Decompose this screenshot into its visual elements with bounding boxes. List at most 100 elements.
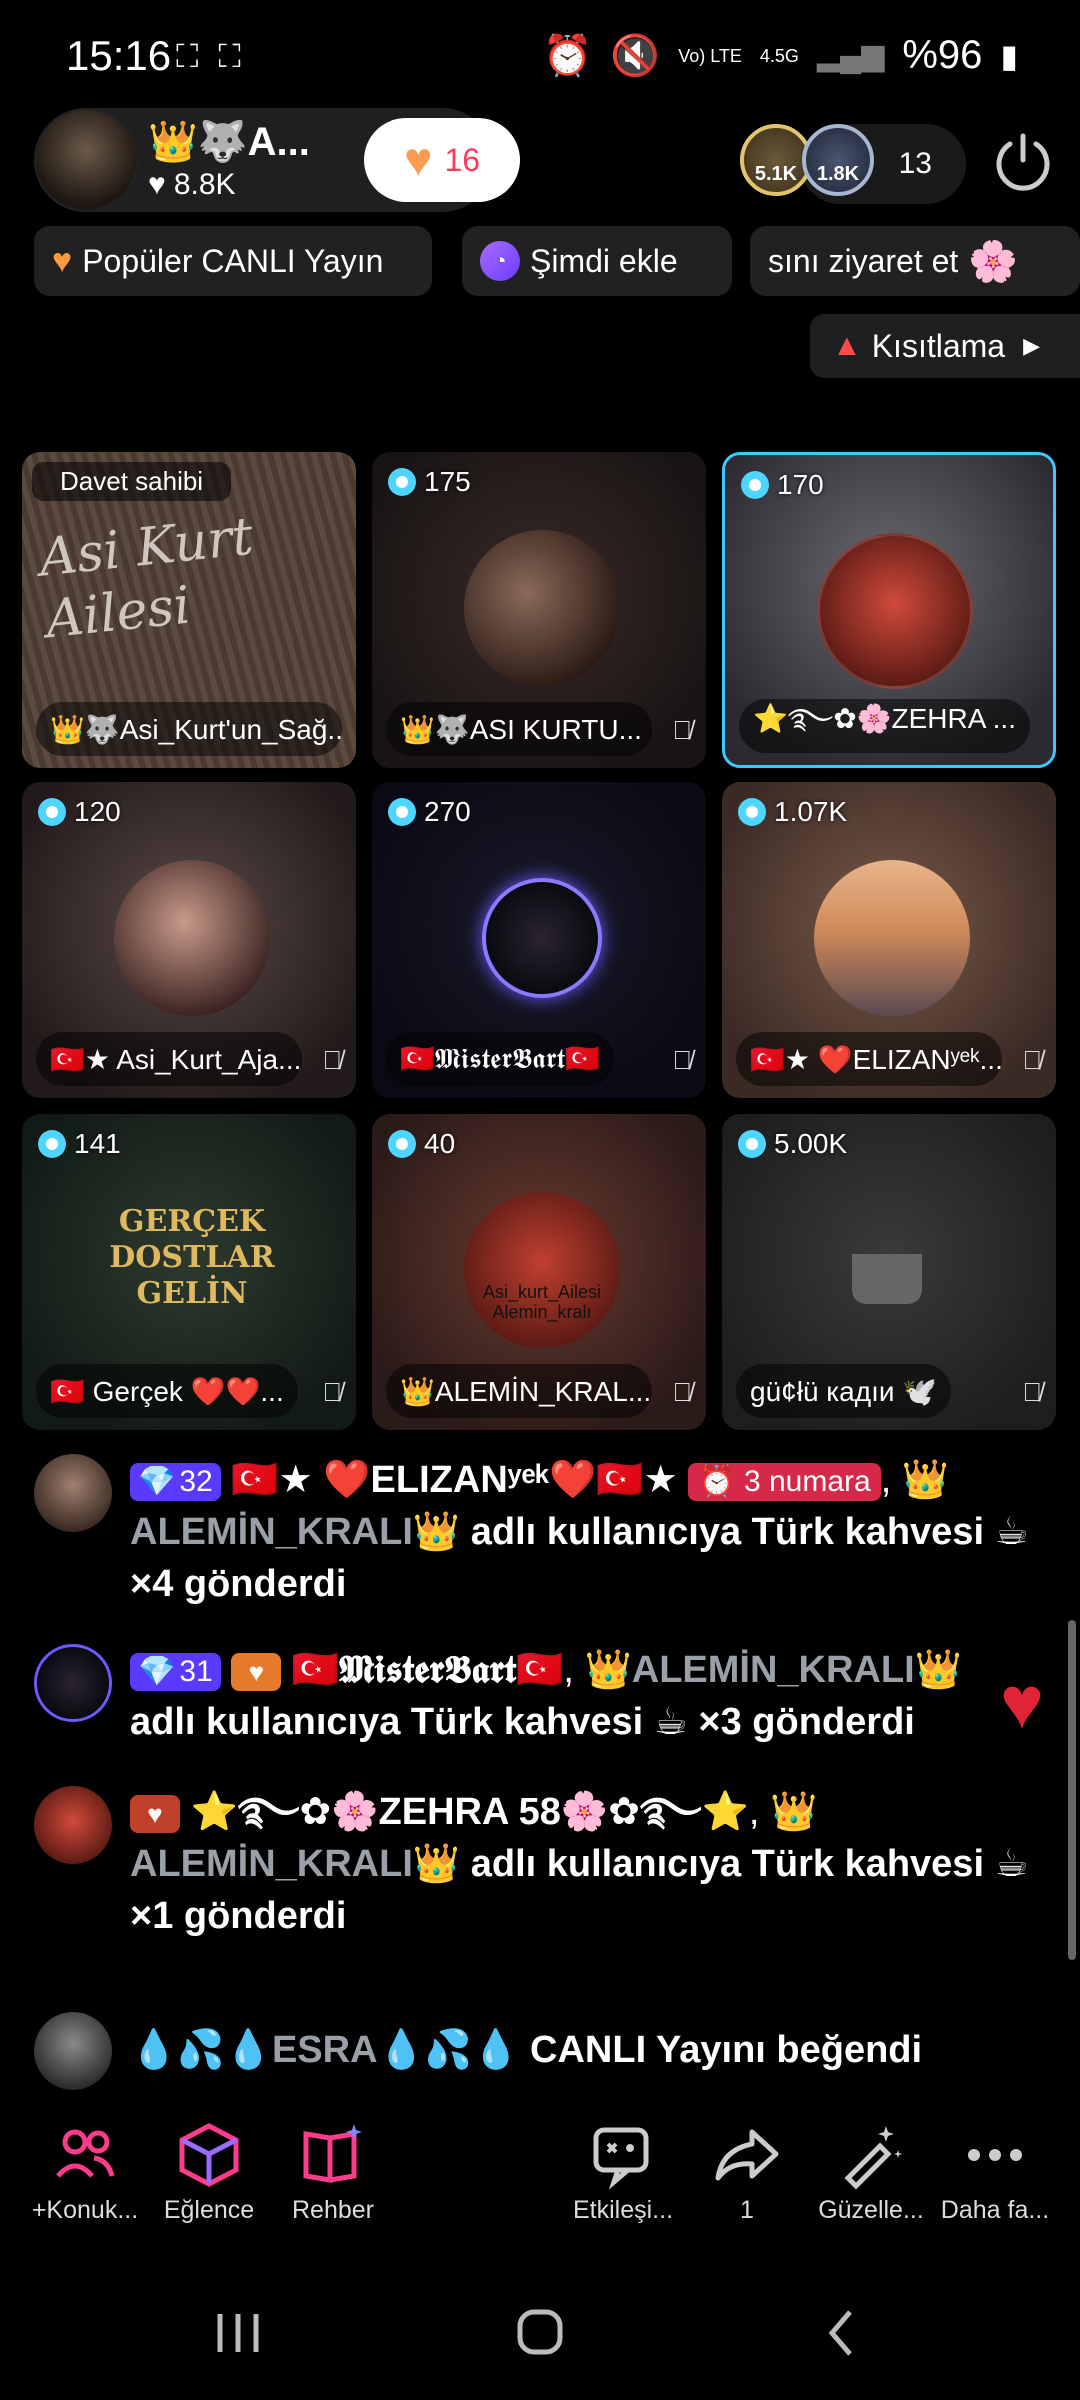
tile-score: 170 — [741, 469, 824, 501]
tile-name: 👑🐺ASI KURTU... — [386, 702, 652, 756]
chip-popular-live[interactable]: ♥ Popüler CANLI Yayın — [34, 226, 432, 296]
guest-tile[interactable]: 141 GERÇEK DOSTLAR GELİN 🇹🇷 Gerçek ❤️❤️.… — [22, 1114, 356, 1430]
chat-user[interactable]: 🇹🇷★ ❤️ELIZANʸᵉᵏ❤️🇹🇷★ — [231, 1459, 677, 1501]
guest-tile[interactable]: 1.07K 🇹🇷★ ❤️ELIZANʸᵉᵏ... 🎙̸ — [722, 782, 1056, 1098]
battery-icon: ▮ — [1000, 37, 1018, 74]
chat-message-body: 💧💦💧ESRA💧💦💧 CANLI Yayını beğendi — [130, 2024, 1060, 2076]
clock-icon: ⏰ — [698, 1464, 736, 1498]
mic-muted-icon: 🎙̸ — [322, 1045, 343, 1075]
host-likes-count: 8.8K — [173, 168, 236, 201]
tile-score: 120 — [38, 796, 121, 828]
tile-name: 🇹🇷 Gerçek ❤️❤️... — [36, 1364, 298, 1418]
guest-tile[interactable]: 40 Asi_kurt_Ailesi Alemin_kralı 👑ALEMİN_… — [372, 1114, 706, 1430]
chat-user[interactable]: 🇹🇷𝕸𝖎𝖘𝖙𝖊𝖗𝕭𝖆𝖗𝖙🇹🇷 — [292, 1649, 563, 1691]
mic-muted-icon: 🎙̸ — [672, 1377, 693, 1407]
level-badge: 💎 31 — [130, 1652, 221, 1691]
warning-icon: ▲ — [832, 329, 862, 362]
beauty-wand-icon — [844, 2126, 902, 2190]
top-viewer-avatar[interactable]: 1.8K — [802, 124, 874, 196]
guest-avatar — [482, 878, 602, 998]
status-right-icons: ⏰ 🔇 Vo) LTE 4.5G ▂▄▆ %96 ▮ — [543, 32, 1018, 79]
chip-label: Popüler CANLI Yayın — [82, 242, 384, 279]
guest-tile[interactable]: 170 ⭐࿐✿🌸ZEHRA ... — [722, 452, 1056, 768]
tile-name: gü¢łü кадıи 🕊️ — [736, 1364, 952, 1418]
mute-icon: 🔇 — [610, 34, 661, 78]
top-viewers[interactable]: 5.1K 1.8K — [740, 124, 970, 204]
coffee-cup-icon — [852, 1254, 922, 1304]
gem-icon — [388, 1130, 416, 1158]
chat-scrollbar[interactable] — [1068, 1620, 1076, 1960]
chip-label: Şimdi ekle — [530, 242, 678, 279]
more-button[interactable]: Daha fa... — [930, 2120, 1060, 2225]
home-icon[interactable] — [500, 2298, 580, 2368]
beauty-button[interactable]: Güzelle... — [806, 2120, 936, 2225]
chat-target-user[interactable]: ALEMİN_KRALI👑 — [130, 1843, 460, 1885]
chevron-right-icon: ▶ — [1023, 333, 1040, 358]
share-count: 1 — [740, 2196, 754, 2224]
host-info[interactable]: 👑🐺A... ♥ 8.8K ♥ 16 — [34, 108, 520, 212]
restrict-label: Kısıtlama — [871, 327, 1006, 364]
recent-apps-icon[interactable] — [198, 2298, 278, 2368]
chat-feed[interactable]: 💎 32 🇹🇷★ ❤️ELIZANʸᵉᵏ❤️🇹🇷★ ⏰ 3 numara, 👑 A… — [0, 1450, 1080, 2090]
power-icon[interactable] — [990, 128, 1056, 194]
tile-art-text: Asi_kurt_Ailesi Alemin_kralı — [482, 1282, 602, 1322]
share-button[interactable]: 1 — [682, 2120, 812, 2225]
guest-tile[interactable]: 175 👑🐺ASI KURTU... 🎙̸ — [372, 452, 706, 768]
user-avatar[interactable] — [34, 1786, 112, 1864]
chat-message-body: 💎 31 ♥ 🇹🇷𝕸𝖎𝖘𝖙𝖊𝖗𝕭𝖆𝖗𝖙🇹🇷, 👑ALEMİN_KRALI👑 adl… — [130, 1644, 1060, 1748]
guest-grid: Asi Kurt Ailesi Davet sahibi 👑🐺Asi_Kurt'… — [22, 452, 1058, 1430]
toolbar-label: +Konuk... — [31, 2196, 139, 2224]
gem-icon — [738, 1130, 766, 1158]
chat-target-user[interactable]: 👑ALEMİN_KRALI👑 — [584, 1649, 962, 1691]
guest-tile[interactable]: 120 🇹🇷★ Asi_Kurt_Aja... 🎙̸ — [22, 782, 356, 1098]
restrict-button[interactable]: ▲ Kısıtlama ▶ — [810, 314, 1080, 378]
chip-visit[interactable]: sını ziyaret et 🌸 — [750, 226, 1080, 296]
entertainment-button[interactable]: Eğlence — [144, 2120, 274, 2225]
chip-add-now[interactable]: ◔ Şimdi ekle — [462, 226, 732, 296]
tile-name: ⭐࿐✿🌸ZEHRA ... — [739, 699, 1030, 753]
chat-user[interactable]: 💧💦💧ESRA💧💦💧 — [130, 2029, 519, 2071]
interaction-button[interactable]: Etkileşi... — [558, 2120, 688, 2225]
tile-score: 141 — [38, 1128, 121, 1160]
tile-score: 1.07K — [738, 796, 847, 828]
tile-score: 175 — [388, 466, 471, 498]
guests-icon — [56, 2129, 115, 2178]
heart-icon: ♥ — [148, 168, 166, 201]
chat-user[interactable]: ⭐࿐✿🌸ZEHRA 58🌸✿࿐⭐ — [191, 1791, 749, 1833]
toolbar-label: Güzelle... — [818, 2196, 924, 2224]
level-badge: 💎 32 — [130, 1462, 221, 1501]
guest-tile[interactable]: 270 🇹🇷𝕸𝖎𝖘𝖙𝖊𝖗𝕭𝖆𝖗𝖙🇹🇷 🎙̸ — [372, 782, 706, 1098]
system-nav-bar — [0, 2268, 1080, 2400]
diamond-icon: 💎 — [138, 1654, 176, 1688]
mic-muted-icon: 🎙̸ — [672, 1045, 693, 1075]
follow-button[interactable]: ♥ 16 — [364, 118, 520, 202]
user-avatar[interactable] — [34, 1644, 112, 1722]
guest-tile-host[interactable]: Asi Kurt Ailesi Davet sahibi 👑🐺Asi_Kurt'… — [22, 452, 356, 768]
guest-avatar — [817, 533, 973, 689]
network-indicator: 4.5G — [759, 45, 799, 66]
user-avatar[interactable] — [34, 2012, 112, 2090]
more-icon — [968, 2149, 1022, 2161]
user-avatar[interactable] — [34, 1454, 112, 1532]
gem-icon — [38, 1130, 66, 1158]
broken-heart-icon: ♥ — [52, 241, 73, 280]
gem-icon — [738, 798, 766, 826]
tile-name: 👑ALEMİN_KRAL... — [386, 1364, 652, 1418]
gem-icon — [38, 798, 66, 826]
chat-target-user[interactable]: ALEMİN_KRALI👑 — [130, 1511, 460, 1553]
toolbar-label: Etkileşi... — [572, 2196, 674, 2224]
toolbar-label: Rehber — [292, 2196, 374, 2224]
top-viewer-score: 1.8K — [816, 163, 860, 185]
guest-avatar — [464, 530, 620, 686]
guest-tile[interactable]: 5.00K gü¢łü кадıи 🕊️ 🎙̸ — [722, 1114, 1056, 1430]
guests-button[interactable]: +Konuk... — [20, 2120, 150, 2225]
host-avatar[interactable] — [34, 108, 138, 212]
signal-icon: ▂▄▆ — [816, 39, 885, 72]
guide-button[interactable]: Rehber — [268, 2120, 398, 2225]
diamond-icon: 💎 — [138, 1464, 176, 1498]
orange-heart-icon: ♥ — [403, 133, 433, 187]
back-icon[interactable] — [802, 2298, 882, 2368]
mic-muted-icon: 🎙̸ — [1022, 1045, 1043, 1075]
book-icon — [303, 2124, 362, 2183]
tile-name: 👑🐺Asi_Kurt'un_Sağ... — [36, 702, 342, 756]
